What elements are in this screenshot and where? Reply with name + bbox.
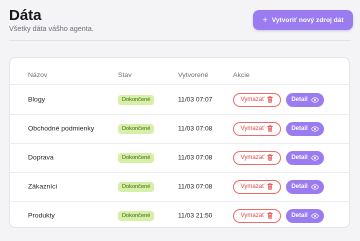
delete-label: Vymazať [240,125,265,132]
table-row: Doprava Dokončené 11/03 07:08 Vymazať Detail [10,143,349,173]
delete-button[interactable]: Vymazať [233,208,281,223]
trash-icon [267,154,274,161]
detail-button[interactable]: Detail [286,150,324,165]
delete-button[interactable]: Vymazať [233,92,281,107]
row-created: 11/03 07:08 [178,154,213,161]
status-badge: Dokončené [118,210,155,221]
column-header-name: Názov [28,72,48,79]
eye-icon [310,96,319,103]
trash-icon [267,183,274,190]
row-created: 11/03 07:08 [178,183,213,190]
trash-icon [267,125,274,132]
table-row: Obchodné podmienky Dokončené 11/03 07:08 Vy… [10,114,349,144]
detail-label: Detail [291,125,308,132]
row-name: Obchodné podmienky [28,125,95,132]
page-subtitle: Všetky dáta vášho agenta. [9,24,94,33]
delete-label: Vymazať [240,154,265,161]
column-header-created: Vytvorené [178,72,209,79]
plus-icon: + [262,14,268,25]
row-created: 11/03 07:07 [178,96,213,103]
detail-label: Detail [291,154,308,161]
table-row: Produkty Dokončené 11/03 21:50 Vymazať Detai… [10,201,349,227]
table-row: Blogy Dokončené 11/03 07:07 Vymazať Detail [10,85,349,115]
page-title: Dáta [9,7,42,24]
table-header: Názov Stav Vytvorené Akcie [10,58,349,85]
eye-icon [310,154,319,161]
trash-icon [267,212,274,219]
divider [9,40,351,41]
status-badge: Dokončené [118,152,155,163]
row-name: Blogy [28,96,46,103]
status-badge: Dokončené [118,123,155,134]
detail-button[interactable]: Detail [286,92,324,107]
row-created: 11/03 07:08 [178,125,213,132]
delete-label: Vymazať [240,212,265,219]
delete-button[interactable]: Vymazať [233,150,281,165]
row-name: Doprava [28,154,54,161]
eye-icon [310,183,319,190]
status-badge: Dokončené [118,181,155,192]
data-sources-table: Názov Stav Vytvorené Akcie Blogy Dokončen… [9,57,350,228]
create-data-source-button[interactable]: + Vytvoriť nový zdroj dát [253,10,353,30]
detail-button[interactable]: Detail [286,121,324,136]
create-button-label: Vytvoriť nový zdroj dát [271,16,344,24]
row-name: Zákazníci [28,183,58,190]
trash-icon [267,96,274,103]
row-created: 11/03 21:50 [178,212,213,219]
detail-button[interactable]: Detail [286,179,324,194]
detail-label: Detail [291,96,308,103]
detail-label: Detail [291,212,308,219]
delete-label: Vymazať [240,183,265,190]
delete-label: Vymazať [240,96,265,103]
delete-button[interactable]: Vymazať [233,121,281,136]
column-header-actions: Akcie [233,72,250,79]
delete-button[interactable]: Vymazať [233,179,281,194]
eye-icon [310,212,319,219]
row-name: Produkty [28,212,55,219]
detail-label: Detail [291,183,308,190]
column-header-status: Stav [118,72,132,79]
eye-icon [310,125,319,132]
detail-button[interactable]: Detail [286,208,324,223]
table-row: Zákazníci Dokončené 11/03 07:08 Vymazať Deta… [10,172,349,202]
status-badge: Dokončené [118,94,155,105]
